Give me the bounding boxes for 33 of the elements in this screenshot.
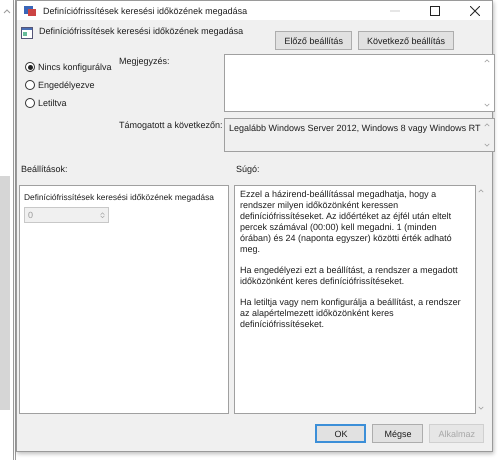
- previous-setting-button[interactable]: Előző beállítás: [275, 31, 352, 50]
- spin-down-icon: [100, 215, 105, 218]
- radio-button[interactable]: [25, 98, 35, 108]
- supported-label: Támogatott a következőn:: [119, 119, 224, 132]
- option-label: Definíciófrissítések keresési időközének megadása: [24, 192, 215, 202]
- radio-label: Engedélyezve: [38, 80, 95, 90]
- scroll-up-icon: [2, 9, 10, 14]
- scroll-up-icon: [478, 189, 484, 193]
- scroll-up-icon: [484, 123, 490, 127]
- policy-title: Definíciófrissítések keresési időközének megadása: [39, 25, 244, 36]
- next-setting-button[interactable]: Következő beállítás: [358, 31, 454, 50]
- help-paragraph: Ha letiltja vagy nem konfigurálja a beállítást, a rendszer az alapértelmezett időközönként keres definíciófrissítéseket.: [240, 297, 462, 330]
- comment-label: Megjegyzés:: [119, 55, 171, 68]
- radio-label: Nincs konfigurálva: [38, 62, 112, 72]
- help-label: Súgó:: [236, 164, 261, 174]
- dialog-button[interactable]: Mégse: [372, 424, 424, 443]
- radio-button[interactable]: [25, 62, 35, 72]
- help-paragraph: Ha engedélyezi ezt a beállítást, a rendszer a megadott időközönként keres definíciófrissítéseket.: [240, 265, 459, 287]
- radio-button[interactable]: [25, 80, 35, 90]
- scroll-up-icon: [484, 59, 490, 63]
- supported-value: Legalább Windows Server 2012, Windows 8 vagy Windows RT: [229, 123, 480, 135]
- spin-up-icon: [100, 212, 105, 215]
- radio-label: Letiltva: [38, 98, 67, 108]
- window-title: Definíciófrissítések keresési időközének megadása: [43, 6, 248, 16]
- comment-field[interactable]: [224, 54, 496, 112]
- settings-page-icon: [21, 27, 33, 39]
- scroll-down-icon: [484, 103, 490, 107]
- scroll-down-icon: [478, 406, 484, 410]
- help-paragraph: Ezzel a házirend-beállítással megadhatja, hogy a rendszer milyen időközönként keressen definíciófrissítéseket. Az időértéket az éjfél után eltelt percek számával (00:00) kell megadni. 1 (minden órában) és 24 (naponta egyszer) közötti érték adható meg.: [240, 189, 453, 255]
- scroll-down-icon: [484, 143, 490, 147]
- dialog-button[interactable]: OK: [315, 424, 366, 443]
- settings-label: Beállítások:: [21, 164, 69, 174]
- policy-window-icon: [23, 4, 37, 16]
